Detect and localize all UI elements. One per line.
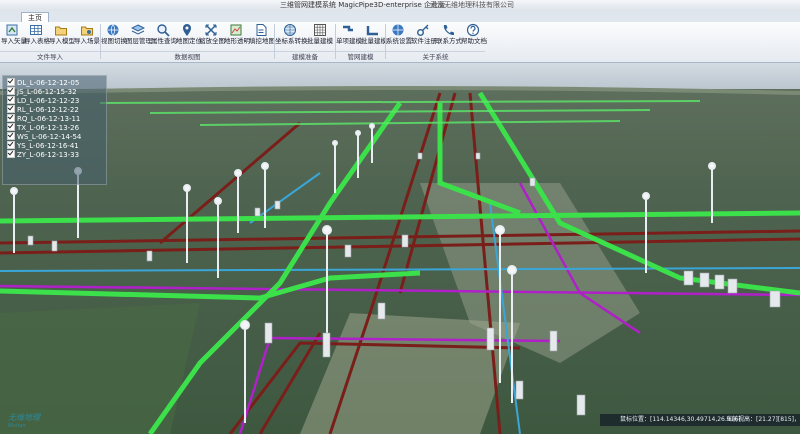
layer-label: WS_L-06-12-14-54 [17, 133, 82, 141]
layer-item[interactable]: JS_L-06-12-15-32 [7, 87, 77, 96]
layer-label: DL_L-06-12-12-05 [17, 79, 80, 87]
contact-button[interactable]: 联系方式 [436, 22, 462, 51]
import-model-button[interactable]: 导入模型 [49, 22, 75, 51]
window-title: 三维管网建模系统 MagicPipe3D-enterprise 企业版 [280, 1, 446, 9]
software-register-button[interactable]: 软件注册 [411, 22, 437, 51]
batch-model-icon [314, 24, 326, 36]
attribute-query-button[interactable]: 属性查询 [151, 22, 177, 51]
layer-checkbox[interactable] [7, 132, 15, 140]
import-model-icon [55, 26, 67, 36]
import-scene-icon [81, 26, 93, 36]
layer-label: ZY_L-06-12-13-33 [17, 151, 80, 159]
settings-globe-icon [392, 24, 404, 36]
terrain-transparent-button[interactable]: 地形透明 [224, 22, 250, 51]
scene-render [0, 63, 800, 434]
group-data-view: 数据视图 [101, 51, 274, 62]
layer-checkbox[interactable] [7, 123, 15, 131]
batch-build-icon [366, 26, 378, 36]
layer-checkbox[interactable] [7, 105, 15, 113]
layer-item[interactable]: ZY_L-06-12-13-33 [7, 150, 79, 159]
layer-manager-button[interactable]: 图层管理 [126, 22, 152, 51]
logo-text: 无维地理 [8, 413, 40, 422]
layer-label: RQ_L-06-12-13-11 [17, 115, 81, 123]
group-file-import: 文件导入 [0, 51, 100, 62]
help-icon [466, 23, 480, 37]
layer-label: LD_L-06-12-12-23 [17, 97, 80, 105]
layer-checkbox[interactable] [7, 87, 15, 95]
layer-checkbox[interactable] [7, 114, 15, 122]
single-model-button[interactable]: 单项建模 [336, 22, 362, 51]
group-pipe-model: 管网建模 [336, 51, 385, 62]
cut-fill-button[interactable]: 填挖地图 [249, 22, 275, 51]
layers-icon [131, 24, 145, 35]
layer-item[interactable]: RL_L-06-12-12-22 [7, 105, 79, 114]
layer-panel: DL_L-06-12-12-05 JS_L-06-12-15-32 LD_L-0… [2, 75, 107, 185]
system-settings-button[interactable]: 系统设置 [386, 22, 412, 51]
layer-label: YS_L-06-12-16-41 [17, 142, 79, 150]
company-logo: 无维地理 Wuhan [8, 412, 68, 430]
logo-subtext: Wuhan [8, 423, 26, 429]
layer-checkbox[interactable] [7, 96, 15, 104]
import-table-icon [30, 25, 42, 35]
ribbon-tab-row: 主页 [0, 11, 800, 23]
layer-item[interactable]: WS_L-06-12-14-54 [7, 132, 81, 141]
company-name: 武汉无维地理科技有限公司 [430, 1, 514, 9]
query-icon [157, 24, 170, 37]
mouse-coords: 鼠标位置：[114.14346,30.49714,26.916] [620, 416, 741, 423]
layer-item[interactable]: RQ_L-06-12-13-11 [7, 114, 80, 123]
layer-checkbox[interactable] [7, 141, 15, 149]
window-titlebar: 三维管网建模系统 MagicPipe3D-enterprise 企业版 武汉无维… [0, 0, 800, 11]
view-switch-icon [107, 24, 119, 36]
group-about: 关于系统 [386, 51, 485, 62]
view-switch-button[interactable]: 视图切换 [101, 22, 127, 51]
layer-label: TX_L-06-12-13-26 [17, 124, 80, 132]
layer-checkbox[interactable] [7, 78, 15, 86]
batch-build-button[interactable]: 批量建模 [361, 22, 387, 51]
phone-icon [443, 25, 454, 36]
layer-item[interactable]: DL_L-06-12-12-05 [7, 78, 79, 87]
ribbon: 导入矢量 导入表格 导入模型 导入场景 视图切换 图层管理 属性查询 地图定位 … [0, 22, 800, 63]
location-pin-icon [183, 24, 191, 36]
help-docs-button[interactable]: 帮助文档 [461, 22, 487, 51]
batch-model-button[interactable]: 批量建模 [306, 22, 334, 51]
layer-item[interactable]: TX_L-06-12-13-26 [7, 123, 79, 132]
import-scene-button[interactable]: 导入场景 [74, 22, 100, 51]
layer-item[interactable]: YS_L-06-12-16-41 [7, 141, 79, 150]
coord-convert-button[interactable]: 坐标系转换 [275, 22, 308, 51]
zoom-full-icon [205, 24, 217, 36]
single-model-icon [343, 25, 353, 32]
zoom-full-button[interactable]: 缩放全图 [199, 22, 225, 51]
camera-height: 当前视高：[21.27][815]，1577] [726, 416, 800, 423]
terrain-transparent-icon [230, 24, 242, 36]
layer-checkbox[interactable] [7, 150, 15, 158]
layer-label: JS_L-06-12-15-32 [17, 88, 77, 96]
layer-item[interactable]: LD_L-06-12-12-23 [7, 96, 79, 105]
map-locate-button[interactable]: 地图定位 [176, 22, 202, 51]
key-icon [417, 24, 429, 36]
layer-label: RL_L-06-12-12-22 [17, 106, 79, 114]
globe-icon [284, 24, 296, 36]
scene-viewport[interactable]: DL_L-06-12-12-05 JS_L-06-12-15-32 LD_L-0… [0, 63, 800, 434]
group-model-prep: 建模准备 [275, 51, 335, 62]
import-table-button[interactable]: 导入表格 [24, 22, 50, 51]
import-vector-icon [6, 24, 18, 36]
cut-fill-icon [256, 24, 267, 36]
status-bar: 鼠标位置：[114.14346,30.49714,26.916] 当前视高：[2… [600, 414, 800, 426]
import-vector-button[interactable]: 导入矢量 [1, 22, 27, 51]
